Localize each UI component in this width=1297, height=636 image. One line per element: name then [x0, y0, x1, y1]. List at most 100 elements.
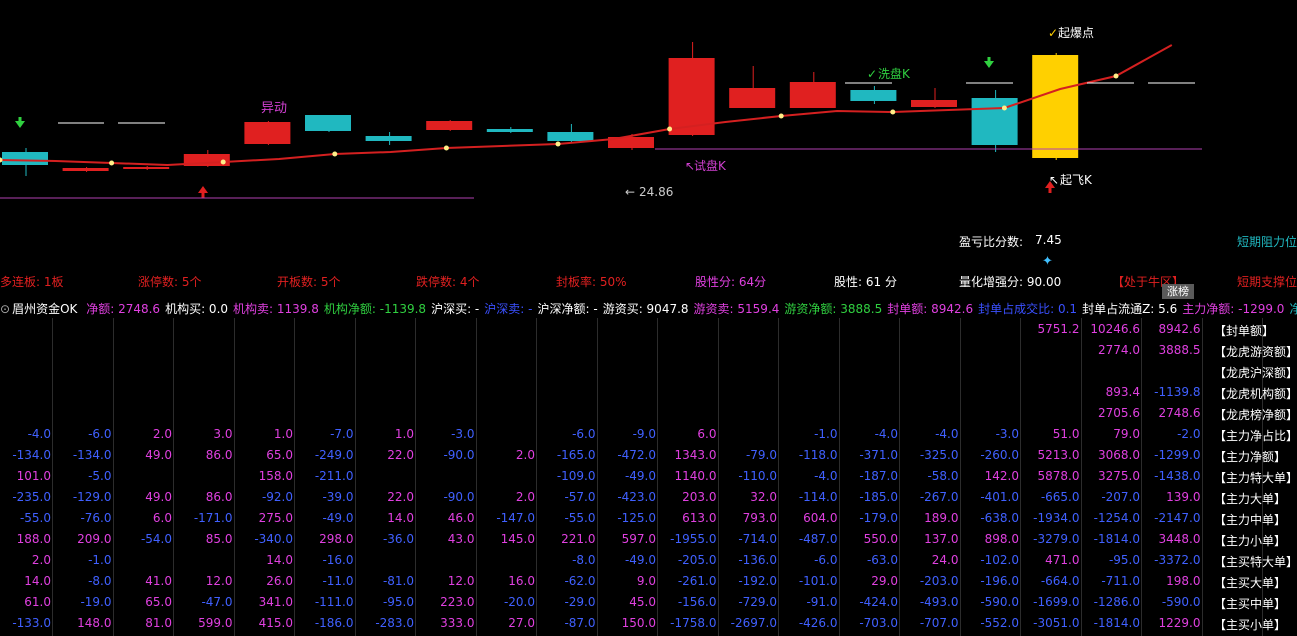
grid-cell: 415.0 [258, 616, 293, 630]
up-arrow-stem [1048, 187, 1052, 193]
grid-cell: -1139.8 [1154, 385, 1201, 399]
grid-cell: 51.0 [1052, 427, 1080, 441]
grid-cell: 5213.0 [1037, 448, 1080, 462]
shipan-arrow-icon: ↖ [685, 159, 695, 173]
candle-body [486, 129, 533, 132]
grid-cell: 81.0 [145, 616, 172, 630]
grid-cell: -186.0 [314, 616, 354, 630]
grid-cell: 2.0 [31, 553, 51, 567]
grid-cell: 341.0 [258, 595, 293, 609]
grid-cell: -1699.0 [1033, 595, 1080, 609]
down-arrow-icon [984, 61, 994, 68]
grid-cell: -55.0 [19, 511, 51, 525]
indicator-item: 沪深卖: - [484, 302, 533, 316]
grid-cell: 12.0 [205, 574, 233, 588]
grid-cell: -90.0 [443, 490, 475, 504]
grid-cell: -249.0 [314, 448, 354, 462]
indicator-item: 游资净额: 3888.5 [784, 302, 883, 316]
grid-cell: 6.0 [697, 427, 717, 441]
grid-cell: 2748.6 [1158, 406, 1201, 420]
grid-cell: 3068.0 [1098, 448, 1140, 462]
grid-cell: -114.0 [798, 490, 838, 504]
yidong-label: 异动 [261, 101, 287, 116]
grid-cell: -261.0 [677, 574, 717, 588]
grid-cell: -76.0 [80, 511, 112, 525]
row-label: 【主买大单】 [1214, 576, 1287, 590]
grid-cell: 45.0 [629, 595, 656, 609]
lianban-stat: 多连板: 1板 [0, 275, 64, 289]
grid-cell: 46.0 [447, 511, 475, 525]
fengban-stat: 封板率: 50% [556, 275, 627, 289]
indicator-item: 沪深买: - [431, 302, 480, 316]
grid-cell: -165.0 [556, 448, 596, 462]
grid-cell: -1814.0 [1093, 616, 1140, 630]
grid-cell: 188.0 [16, 532, 51, 546]
candlestick-series [2, 42, 1079, 176]
grid-cell: -192.0 [738, 574, 777, 588]
row-label: 【主买中单】 [1214, 597, 1287, 611]
ma-dot [778, 113, 784, 119]
grid-cell: -2697.0 [730, 616, 777, 630]
grid-cell: 898.0 [984, 532, 1019, 546]
grid-vline [233, 318, 235, 636]
grid-cell: 145.0 [500, 532, 535, 546]
grid-cell: -552.0 [980, 616, 1019, 630]
grid-cell: 43.0 [447, 532, 475, 546]
grid-cell: 49.0 [145, 448, 172, 462]
row-label: 【主力净额】 [1214, 450, 1287, 464]
low-price-arrow-icon: ← [625, 185, 635, 199]
grid-cell: 26.0 [266, 574, 293, 588]
grid-vline [354, 318, 356, 636]
indicator-name[interactable]: 眉州资金OK [12, 302, 77, 316]
grid-vline [717, 318, 719, 636]
grid-cell: 471.0 [1045, 553, 1080, 567]
grid-cell: 333.0 [440, 616, 475, 630]
grid-cell: -487.0 [798, 532, 838, 546]
grid-cell: -19.0 [80, 595, 112, 609]
grid-cell: -207.0 [1101, 490, 1140, 504]
grid-cell: -590.0 [980, 595, 1019, 609]
yingkui-label: 盈亏比分数: [959, 235, 1024, 249]
grid-cell: -47.0 [201, 595, 233, 609]
candle-body [305, 115, 351, 131]
kaiban-stat: 开板数: 5个 [277, 275, 341, 289]
grid-cell: 16.0 [508, 574, 535, 588]
grid-vline [1201, 318, 1203, 636]
grid-cell: -1758.0 [670, 616, 717, 630]
zhangbang-badge[interactable]: 涨榜 [1162, 284, 1194, 299]
candle-body [62, 168, 109, 171]
grid-cell: 1229.0 [1158, 616, 1201, 630]
grid-cell: -79.0 [745, 448, 777, 462]
indicator-item: 机构净额: -1139.8 [323, 302, 427, 316]
ma-dot [109, 160, 115, 166]
kline-chart[interactable]: 异动 洗盘K ✓ 试盘K ↖ 起爆点 ✓ 起飞K ↖ 24.86 ← ✦ [0, 0, 1297, 300]
guxing-score-stat: 股性分: 64分 [695, 275, 767, 289]
row-label: 【主力大单】 [1214, 492, 1287, 506]
grid-cell: -136.0 [738, 553, 777, 567]
grid-cell: 3275.0 [1098, 469, 1140, 483]
grid-cell: -3051.0 [1033, 616, 1080, 630]
grid-cell: -267.0 [919, 490, 959, 504]
up-arrow-icon [198, 186, 208, 193]
collapse-icon[interactable]: ⊙ [0, 302, 10, 316]
grid-cell: 3888.5 [1158, 343, 1201, 357]
ma-dot [667, 126, 673, 132]
grid-cell: -665.0 [1040, 490, 1080, 504]
grid-cell: -3372.0 [1154, 553, 1201, 567]
grid-cell: 189.0 [924, 511, 959, 525]
indicator-item: 净额: 2748.6 [86, 302, 161, 316]
grid-cell: 3.0 [213, 427, 233, 441]
grid-cell: -472.0 [617, 448, 656, 462]
dieting-stat: 跌停数: 4个 [416, 275, 480, 289]
grid-cell: 6.0 [152, 511, 172, 525]
candle-body [123, 167, 170, 169]
grid-cell: -81.0 [382, 574, 414, 588]
grid-cell: -87.0 [564, 616, 596, 630]
candle-body [244, 122, 291, 144]
grid-cell: -7.0 [330, 427, 354, 441]
candle-body [911, 100, 957, 107]
grid-cell: 550.0 [863, 532, 898, 546]
grid-cell: 599.0 [198, 616, 233, 630]
grid-cell: 198.0 [1166, 574, 1201, 588]
grid-cell: -211.0 [314, 469, 354, 483]
